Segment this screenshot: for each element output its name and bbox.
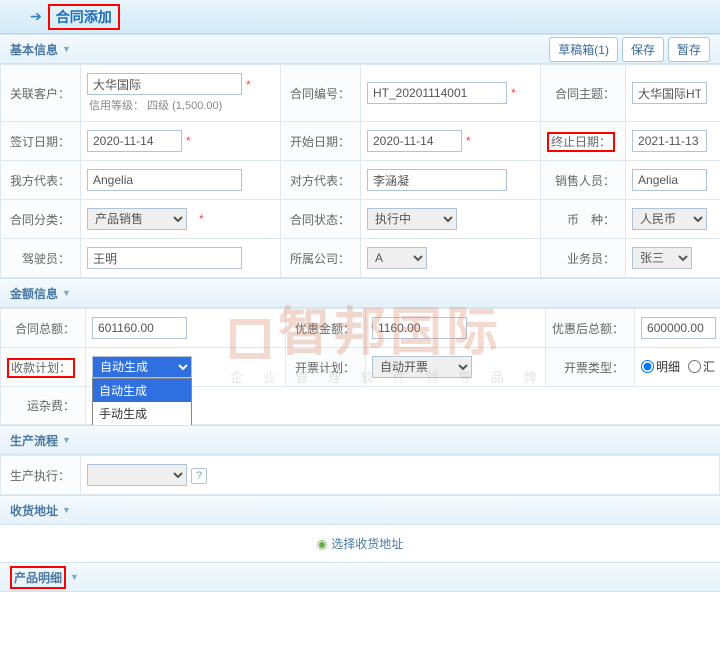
invoice-type-summary-radio[interactable] (688, 360, 701, 373)
exec-select[interactable] (87, 464, 187, 486)
label-subject: 合同主题： (541, 65, 626, 122)
label-freight: 运杂费： (1, 387, 86, 425)
label-discount: 优惠金额： (286, 309, 366, 348)
label-category: 合同分类： (1, 200, 81, 239)
our-rep-input[interactable] (87, 169, 242, 191)
label-company: 所属公司： (281, 239, 361, 278)
total-input[interactable] (92, 317, 187, 339)
label-invoice-type: 开票类型： (546, 348, 635, 387)
temp-save-button[interactable]: 暂存 (668, 37, 710, 62)
receipt-plan-select[interactable]: 自动生成 (92, 356, 192, 378)
currency-select[interactable]: 人民币 (632, 208, 707, 230)
chevron-down-icon: ▼ (62, 435, 71, 445)
section-basic-info[interactable]: 基本信息 ▼ 草稿箱(1) 保存 暂存 (0, 34, 720, 64)
label-total: 合同总额： (1, 309, 86, 348)
label-after-discount: 优惠后总额： (546, 309, 635, 348)
label-invoice-plan: 开票计划： (286, 348, 366, 387)
their-rep-input[interactable] (367, 169, 507, 191)
section-label: 生产流程 (10, 432, 58, 449)
label-clerk: 业务员： (541, 239, 626, 278)
dropdown-option[interactable]: 自动生成 (93, 379, 191, 402)
label-credit: 信用等级： (89, 100, 144, 112)
label-currency: 币 种： (541, 200, 626, 239)
sign-date-input[interactable] (87, 130, 182, 152)
page-header: ➔ 合同添加 (0, 0, 720, 34)
arrow-circle-icon: ◉ (317, 537, 327, 551)
driver-input[interactable] (87, 247, 242, 269)
section-label: 金额信息 (10, 285, 58, 302)
help-icon[interactable]: ? (191, 468, 207, 484)
section-process[interactable]: 生产流程 ▼ (0, 425, 720, 455)
label-customer: 关联客户： (1, 65, 81, 122)
label-receipt-plan: 收款计划： (7, 358, 75, 378)
status-select[interactable]: 执行中 (367, 208, 457, 230)
label-sales: 销售人员： (541, 161, 626, 200)
basic-info-table: 关联客户： * 信用等级： 四级 (1,500.00) 合同编号： * 合同主题… (0, 64, 720, 278)
category-select[interactable]: 产品销售 (87, 208, 187, 230)
subject-input[interactable] (632, 82, 707, 104)
credit-value: 四级 (1,500.00) (147, 100, 222, 112)
after-discount-input[interactable] (641, 317, 716, 339)
invoice-type-detail-radio[interactable] (641, 360, 654, 373)
label-exec: 生产执行： (1, 456, 81, 495)
save-button[interactable]: 保存 (622, 37, 664, 62)
chevron-down-icon: ▼ (62, 44, 71, 54)
company-select[interactable]: A (367, 247, 427, 269)
dropdown-option[interactable]: 手动生成 (93, 402, 191, 425)
arrow-right-icon: ➔ (30, 8, 42, 25)
page-title: 合同添加 (48, 4, 120, 30)
section-shipaddr[interactable]: 收货地址 ▼ (0, 495, 720, 525)
amount-info-table: 合同总额： 优惠金额： 优惠后总额： 收款计划： 自动生成 自动生成 手动生成 … (0, 308, 720, 425)
section-amount-info[interactable]: 金额信息 ▼ (0, 278, 720, 308)
customer-input[interactable] (87, 73, 242, 95)
contract-no-input[interactable] (367, 82, 507, 104)
label-driver: 驾驶员： (1, 239, 81, 278)
select-address-label: 选择收货地址 (331, 537, 403, 551)
section-label: 产品明细 (10, 566, 66, 589)
select-address-link[interactable]: ◉ 选择收货地址 (0, 525, 720, 562)
invoice-plan-select[interactable]: 自动开票 (372, 356, 472, 378)
label-their-rep: 对方代表： (281, 161, 361, 200)
label-status: 合同状态： (281, 200, 361, 239)
receipt-plan-dropdown: 自动生成 手动生成 分期回款 出库自动收款 发货自动收款 开票自动收款 对账手动… (92, 378, 192, 425)
chevron-down-icon: ▼ (62, 288, 71, 298)
label-contract-no: 合同编号： (281, 65, 361, 122)
chevron-down-icon: ▼ (62, 505, 71, 515)
end-date-input[interactable] (632, 130, 707, 152)
label-start-date: 开始日期： (281, 122, 361, 161)
label-end-date: 终止日期： (547, 132, 615, 152)
section-label: 基本信息 (10, 41, 58, 58)
start-date-input[interactable] (367, 130, 462, 152)
discount-input[interactable] (372, 317, 467, 339)
section-product[interactable]: 产品明细 ▼ (0, 562, 720, 592)
process-table: 生产执行： ? (0, 455, 720, 495)
section-label: 收货地址 (10, 502, 58, 519)
draft-button[interactable]: 草稿箱(1) (549, 37, 618, 62)
label-our-rep: 我方代表： (1, 161, 81, 200)
chevron-down-icon: ▼ (70, 572, 79, 582)
clerk-select[interactable]: 张三 (632, 247, 692, 269)
radio-label: 明细 (656, 358, 680, 375)
label-sign-date: 签订日期： (1, 122, 81, 161)
radio-label: 汇 (703, 358, 715, 375)
sales-input[interactable] (632, 169, 707, 191)
